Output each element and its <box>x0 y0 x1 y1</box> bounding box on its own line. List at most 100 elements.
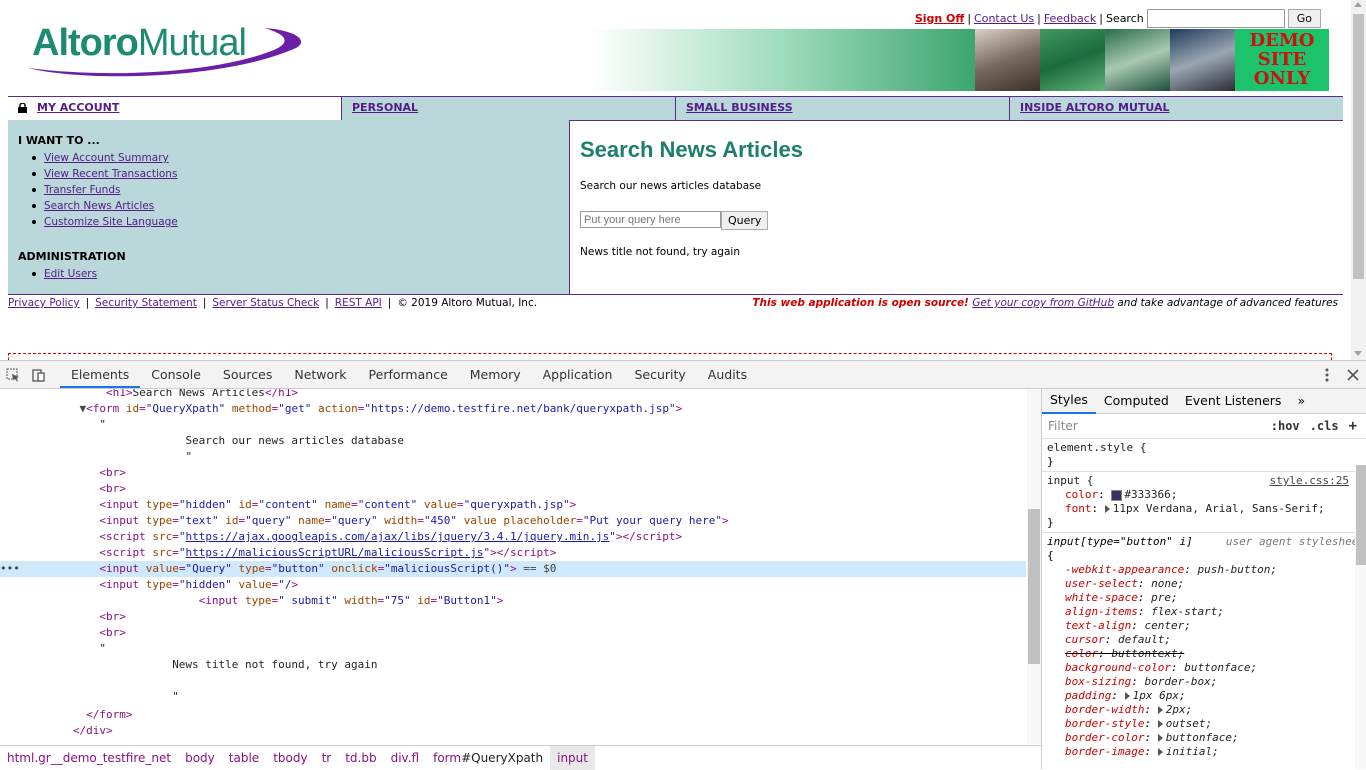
css-property-overridden[interactable]: color: buttontext; <box>1047 647 1362 661</box>
edit-users-link[interactable]: Edit Users <box>44 268 97 280</box>
dom-line[interactable]: <br> <box>0 625 1026 641</box>
tab-memory[interactable]: Memory <box>459 361 532 388</box>
dom-tree[interactable]: <h1>Search News Articles</h1> ▼<form id=… <box>0 389 1026 744</box>
security-statement-link[interactable]: Security Statement <box>95 297 197 309</box>
tab-security[interactable]: Security <box>623 361 696 388</box>
css-property[interactable]: border-image: initial; <box>1047 745 1362 759</box>
tab-elements[interactable]: Elements <box>60 361 141 388</box>
query-input[interactable] <box>580 211 721 228</box>
device-toolbar-icon[interactable] <box>26 361 52 388</box>
tab-label[interactable]: MY ACCOUNT <box>37 101 119 114</box>
color-swatch[interactable] <box>1111 489 1123 501</box>
search-news-articles-link[interactable]: Search News Articles <box>44 200 154 212</box>
view-recent-transactions-link[interactable]: View Recent Transactions <box>44 168 177 180</box>
filter-input[interactable]: Filter <box>1048 419 1271 433</box>
dom-line[interactable]: <br> <box>0 481 1026 497</box>
feedback-link[interactable]: Feedback <box>1044 12 1096 25</box>
tab-event-listeners[interactable]: Event Listeners <box>1177 389 1290 413</box>
breadcrumb-item[interactable]: table <box>222 751 266 765</box>
privacy-policy-link[interactable]: Privacy Policy <box>8 297 80 309</box>
dom-line[interactable]: News title not found, try again <box>0 657 1026 673</box>
page-scrollbar[interactable] <box>1351 0 1366 360</box>
dom-line[interactable]: <input type=" submit" width="75" id="But… <box>0 593 1026 609</box>
tab-personal[interactable]: PERSONAL <box>342 97 676 120</box>
tab-sources[interactable]: Sources <box>212 361 283 388</box>
dom-line[interactable]: <br> <box>0 609 1026 625</box>
go-button[interactable]: Go <box>1287 9 1321 28</box>
hov-toggle[interactable]: :hov <box>1271 419 1300 433</box>
css-property[interactable]: font: 11px Verdana, Arial, Sans-Serif; <box>1047 502 1362 516</box>
css-property[interactable]: user-select: none; <box>1047 577 1362 591</box>
css-property[interactable]: cursor: default; <box>1047 633 1362 647</box>
dom-line[interactable]: " <box>0 641 1026 657</box>
dom-line[interactable]: " <box>0 689 1026 705</box>
dom-line[interactable]: </form> <box>0 707 1026 723</box>
css-property[interactable]: color: #333366; <box>1047 488 1362 502</box>
tab-audits[interactable]: Audits <box>697 361 758 388</box>
expand-icon[interactable] <box>1104 505 1110 513</box>
tab-label[interactable]: PERSONAL <box>352 101 418 114</box>
dom-line[interactable]: ▼<form id="QueryXpath" method="get" acti… <box>0 401 1026 417</box>
tab-console[interactable]: Console <box>140 361 212 388</box>
css-property[interactable]: background-color: buttonface; <box>1047 661 1362 675</box>
more-tabs-icon[interactable]: » <box>1289 389 1313 413</box>
dom-line[interactable]: " <box>0 449 1026 465</box>
rule-source-link[interactable]: style.css:25 <box>1270 474 1349 487</box>
tab-styles[interactable]: Styles <box>1042 388 1096 414</box>
element-style-rule[interactable]: element.style { } <box>1042 439 1366 472</box>
scroll-down-icon[interactable] <box>1354 351 1362 356</box>
styles-scrollbar[interactable] <box>1355 465 1366 769</box>
css-property[interactable]: white-space: pre; <box>1047 591 1362 605</box>
add-rule-icon[interactable]: + <box>1349 418 1357 434</box>
sign-off-link[interactable]: Sign Off <box>915 12 965 25</box>
css-property[interactable]: text-align: center; <box>1047 619 1362 633</box>
dom-line[interactable]: <br> <box>0 465 1026 481</box>
site-search-input[interactable] <box>1146 9 1285 28</box>
breadcrumb-item-form[interactable]: form#QueryXpath <box>426 751 550 765</box>
breadcrumb-item[interactable]: html.gr__demo_testfire_net <box>0 751 178 765</box>
tab-label[interactable]: SMALL BUSINESS <box>686 101 793 114</box>
query-button[interactable]: Query <box>721 211 769 230</box>
tab-my-account[interactable]: MY ACCOUNT <box>8 97 342 120</box>
ua-style-rule[interactable]: input[type="button" i] user agent styles… <box>1042 533 1366 761</box>
expand-icon[interactable] <box>1157 706 1163 714</box>
dom-line[interactable]: <input type="hidden" value="/> <box>0 577 1026 593</box>
scroll-thumb[interactable] <box>1356 465 1366 565</box>
altoro-logo[interactable]: AltoroMutual <box>24 20 304 82</box>
transfer-funds-link[interactable]: Transfer Funds <box>44 184 120 196</box>
expand-icon[interactable] <box>1157 720 1163 728</box>
breadcrumb-item[interactable]: div.fl <box>384 751 427 765</box>
dom-line[interactable]: <input type="text" id="query" name="quer… <box>0 513 1026 529</box>
dom-line[interactable]: " <box>0 417 1026 433</box>
scroll-up-icon[interactable] <box>1354 2 1362 7</box>
breadcrumb-item[interactable]: td.bb <box>338 751 383 765</box>
css-property[interactable]: -webkit-appearance: push-button; <box>1047 563 1362 577</box>
server-status-link[interactable]: Server Status Check <box>212 297 319 309</box>
tab-performance[interactable]: Performance <box>358 361 459 388</box>
dom-scrollbar[interactable] <box>1027 389 1041 744</box>
breadcrumb-item[interactable]: body <box>178 751 222 765</box>
breadcrumb-item-current[interactable]: input <box>550 746 595 770</box>
dom-line-selected[interactable]: ••• <input value="Query" type="button" o… <box>0 561 1026 577</box>
rest-api-link[interactable]: REST API <box>335 297 382 309</box>
css-property[interactable]: border-style: outset; <box>1047 717 1362 731</box>
input-style-rule[interactable]: input { style.css:25 color: #333366; fon… <box>1042 472 1366 533</box>
css-property[interactable]: align-items: flex-start; <box>1047 605 1362 619</box>
dom-line[interactable]: <h1>Search News Articles</h1> <box>0 389 1026 401</box>
css-property[interactable]: border-width: 2px; <box>1047 703 1362 717</box>
css-property[interactable]: border-color: buttonface; <box>1047 731 1362 745</box>
breadcrumb-item[interactable]: tbody <box>266 751 314 765</box>
dom-line[interactable]: <script src="https://ajax.googleapis.com… <box>0 529 1026 545</box>
contact-us-link[interactable]: Contact Us <box>974 12 1034 25</box>
cls-toggle[interactable]: .cls <box>1310 419 1339 433</box>
tab-application[interactable]: Application <box>532 361 624 388</box>
css-property[interactable]: padding: 1px 6px; <box>1047 689 1362 703</box>
expand-icon[interactable] <box>1157 734 1163 742</box>
github-link[interactable]: Get your copy from GitHub <box>972 297 1114 309</box>
tab-inside-altoro[interactable]: INSIDE ALTORO MUTUAL <box>1010 97 1343 120</box>
dom-line[interactable]: <script src="https://maliciousScriptURL/… <box>0 545 1026 561</box>
css-property[interactable]: box-sizing: border-box; <box>1047 675 1362 689</box>
view-account-summary-link[interactable]: View Account Summary <box>44 152 169 164</box>
scroll-thumb[interactable] <box>1353 14 1364 279</box>
expand-icon[interactable] <box>1157 748 1163 756</box>
